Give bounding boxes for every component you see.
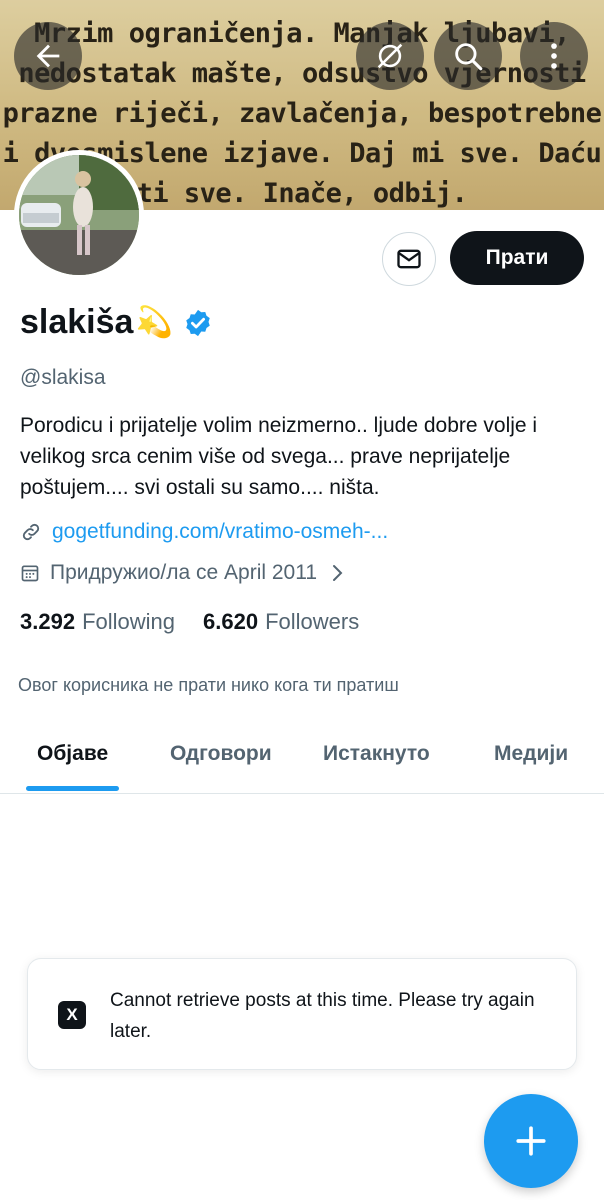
x-logo-icon: X	[58, 1001, 86, 1029]
envelope-icon	[397, 249, 421, 269]
profile-link[interactable]: gogetfunding.com/vratimo-osmeh-...	[52, 520, 388, 544]
display-name-text: slakiša	[20, 303, 134, 341]
grok-button[interactable]	[356, 22, 424, 90]
followed-by-note: Овог корисника не прати нико кога ти пра…	[18, 675, 399, 695]
arrow-left-icon	[36, 44, 60, 68]
active-tab-indicator	[26, 786, 119, 791]
follow-button[interactable]: Прати	[450, 231, 584, 285]
more-button[interactable]	[520, 22, 588, 90]
error-message: Cannot retrieve posts at this time. Plea…	[110, 990, 535, 1042]
followers-label: Followers	[265, 609, 360, 634]
back-button[interactable]	[14, 22, 82, 90]
following-label: Following	[82, 609, 175, 634]
tab-media[interactable]: Медији	[494, 742, 568, 766]
calendar-icon	[21, 565, 39, 582]
search-icon	[455, 43, 483, 71]
join-date-row[interactable]: Придружио/ла се April 2011	[20, 561, 345, 585]
following-stat[interactable]: 3.292 Following	[20, 609, 175, 635]
more-vertical-icon	[551, 43, 557, 69]
grok-icon	[377, 43, 403, 69]
tab-highlights[interactable]: Истакнуто	[323, 742, 430, 766]
error-toast: X Cannot retrieve posts at this time. Pl…	[27, 958, 577, 1070]
profile-link-row[interactable]: gogetfunding.com/vratimo-osmeh-...	[20, 520, 388, 544]
followers-count: 6.620	[203, 609, 259, 634]
user-handle: @slakisa	[20, 366, 106, 389]
following-count: 3.292	[20, 609, 76, 634]
join-date: Придружио/ла се April 2011	[50, 561, 318, 584]
avatar[interactable]	[14, 150, 144, 280]
compose-button[interactable]	[484, 1094, 578, 1188]
plus-icon	[516, 1126, 546, 1156]
profile-bio: Porodicu i prijatelje volim neizmerno.. …	[20, 414, 538, 499]
message-button[interactable]	[382, 232, 436, 286]
tab-replies[interactable]: Одговори	[170, 742, 272, 766]
display-name: slakiša 💫	[20, 303, 213, 342]
follow-stats: 3.292 Following 6.620 Followers	[20, 609, 359, 635]
search-button[interactable]	[434, 22, 502, 90]
avatar-photo	[19, 155, 139, 275]
sparkle-emoji: 💫	[135, 306, 173, 339]
followers-stat[interactable]: 6.620 Followers	[203, 609, 359, 635]
profile-tabs: Објаве Одговори Истакнуто Медији	[0, 720, 604, 794]
verified-badge-icon[interactable]	[183, 308, 213, 338]
tab-posts[interactable]: Објаве	[37, 742, 108, 766]
link-icon	[22, 523, 40, 541]
chevron-right-icon	[333, 565, 343, 581]
